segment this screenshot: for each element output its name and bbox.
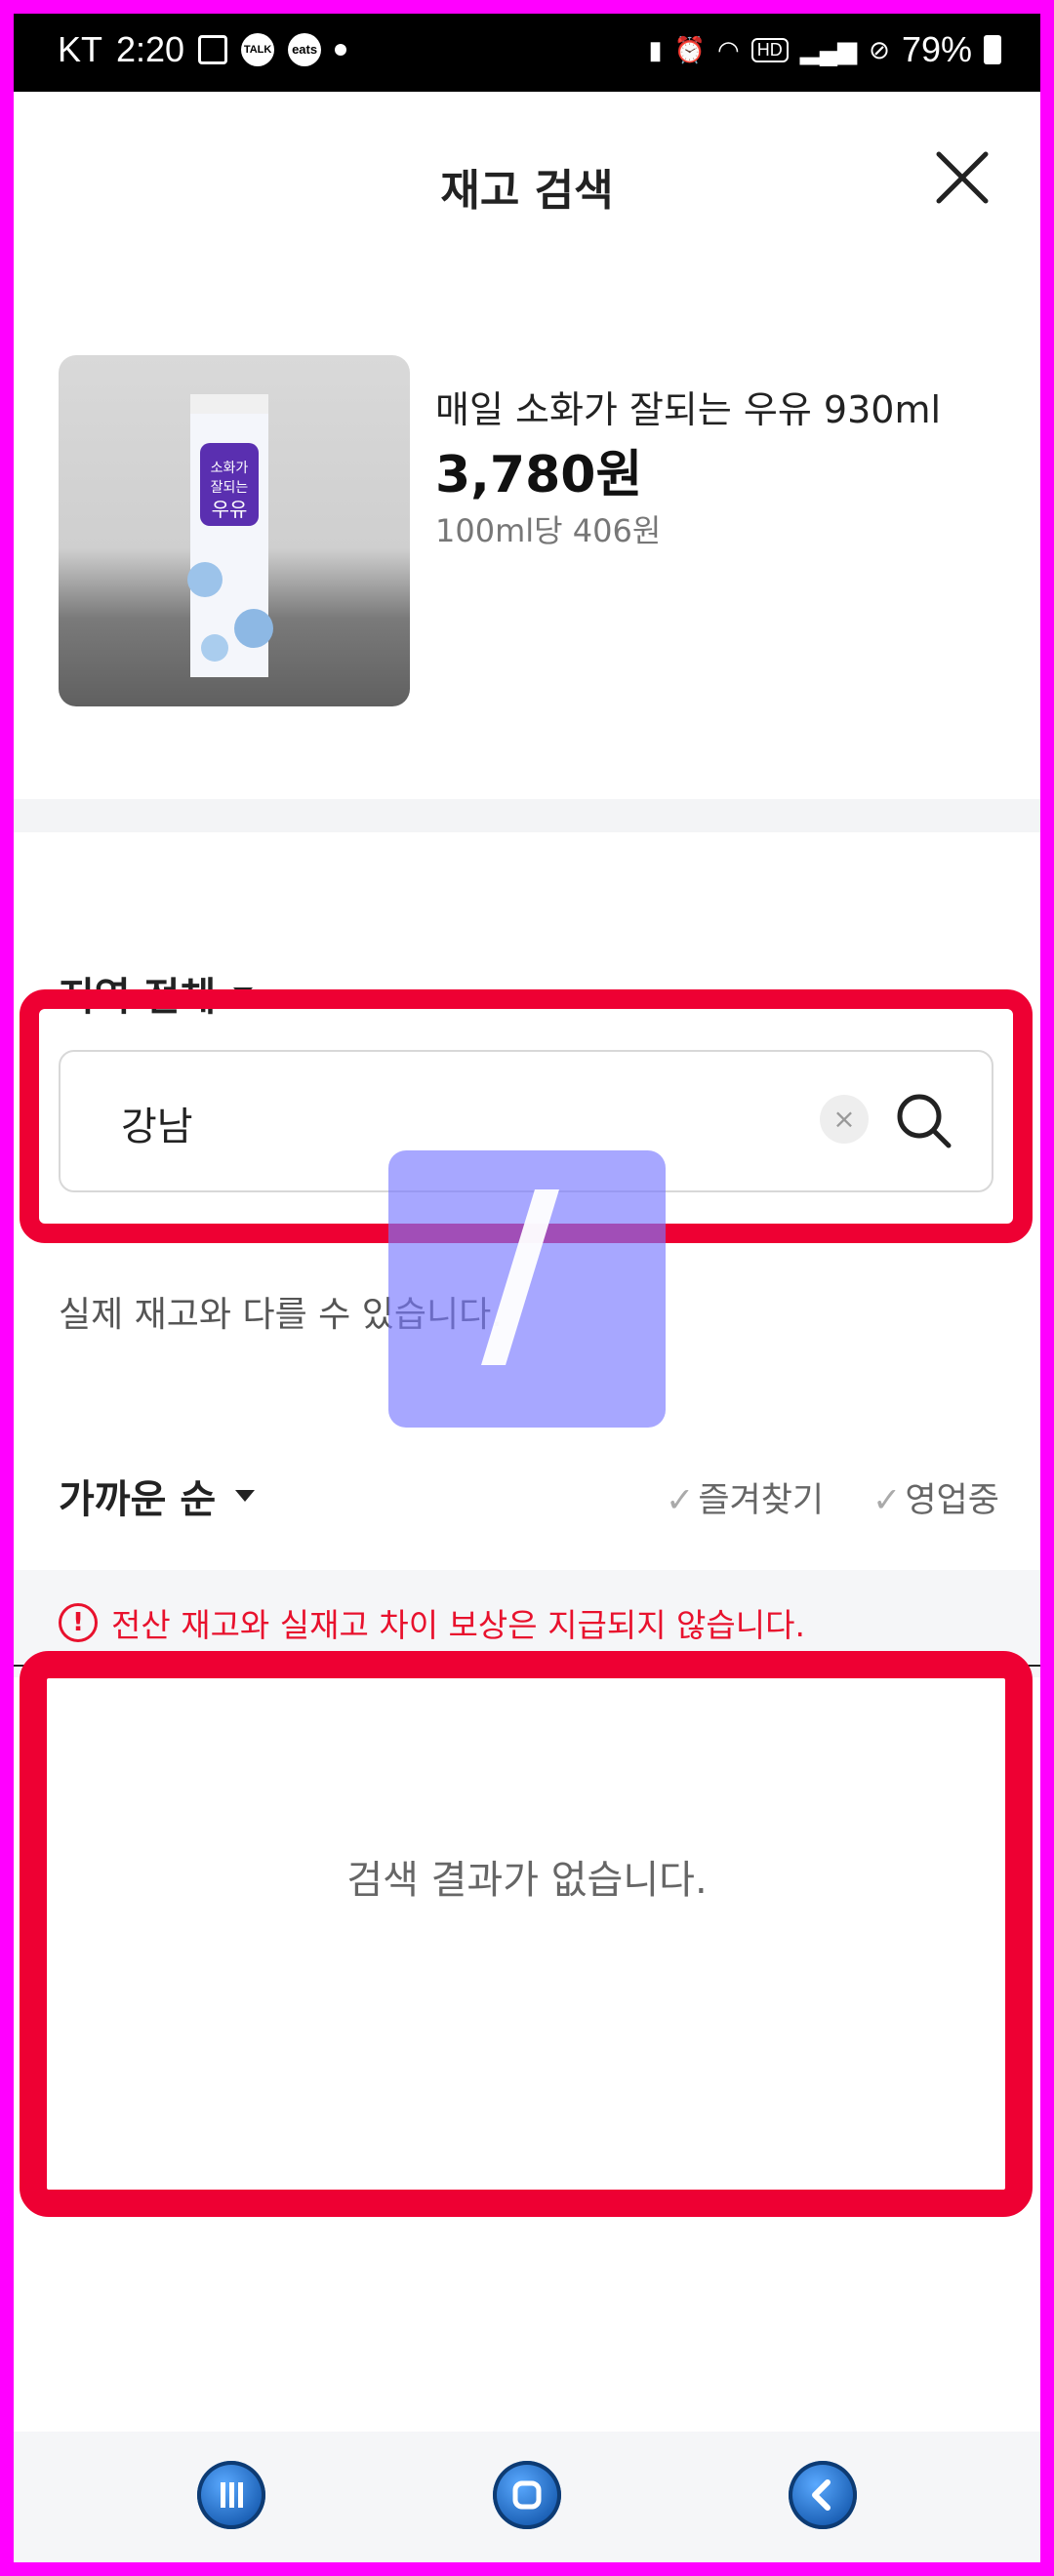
clear-search-button[interactable]: × [820,1095,869,1144]
notification-dot-icon [335,44,347,56]
product-name: 매일 소화가 잘되는 우유 930ml [435,388,942,431]
kakaotalk-icon: TALK [241,33,275,66]
caret-down-icon [235,1490,256,1502]
page-title: 재고 검색 [440,166,614,216]
search-button[interactable] [890,1087,958,1155]
hd-voice-icon: HD [750,37,789,62]
back-button[interactable] [789,2461,857,2529]
signal-icon: ▂▄▆ [799,34,858,64]
clock: 2:20 [116,29,185,69]
sort-label: 가까운 순 [59,1477,217,1522]
recent-apps-button[interactable] [197,2461,265,2529]
product-image: 소화가 잘되는 우유 [59,355,410,706]
close-icon [936,151,989,204]
warning-text: 전산 재고와 실재고 차이 보상은 지급되지 않습니다. [111,1606,805,1644]
wifi-icon: ◠ [717,34,740,64]
coupang-eats-icon: eats [288,33,322,66]
search-icon [897,1094,952,1148]
carrier-label: KT [58,29,103,69]
close-button[interactable] [931,146,993,209]
gallery-icon [198,35,228,64]
recent-apps-icon [221,2482,243,2508]
open-now-filter[interactable]: ✓ 영업중 [872,1472,999,1522]
svg-text:잘되는: 잘되는 [211,480,249,496]
favorites-filter[interactable]: ✓ 즐겨찾기 [666,1472,824,1522]
warning-message: ! 전산 재고와 실재고 차이 보상은 지급되지 않습니다. [59,1599,805,1646]
search-input[interactable] [119,1089,787,1157]
touch-overlay [388,1150,666,1428]
app-screen: KT 2:20 TALK eats ▮ ⏰ ◠ HD ▂▄▆ ⊘ 79% 재고 … [14,14,1040,2562]
sort-dropdown[interactable]: 가까운 순 [59,1468,256,1524]
empty-results-message: 검색 결과가 없습니다. [346,1858,708,1903]
home-icon [512,2480,542,2510]
pointer-stroke-icon [481,1189,559,1365]
status-right: ▮ ⏰ ◠ HD ▂▄▆ ⊘ 79% [648,29,1001,70]
alert-icon: ! [59,1603,98,1642]
check-icon: ✓ [872,1481,902,1520]
check-icon: ✓ [666,1481,695,1520]
svg-text:소화가: 소화가 [211,461,249,476]
status-bar: KT 2:20 TALK eats ▮ ⏰ ◠ HD ▂▄▆ ⊘ 79% [14,14,1040,92]
product-unit-price: 100ml당 406원 [435,512,662,549]
results-highlight-box [20,1651,1033,2217]
battery-icon [984,35,1001,64]
battery-saver-icon: ▮ [648,34,663,64]
product-price: 3,780원 [435,446,643,504]
svg-text:우유: 우유 [212,498,248,521]
do-not-disturb-icon: ⊘ [869,34,890,64]
open-now-label: 영업중 [905,1481,999,1520]
alarm-icon: ⏰ [673,34,707,64]
clear-icon: × [832,1103,856,1135]
system-nav-bar [14,2432,1040,2562]
back-icon [812,2479,831,2511]
battery-percent: 79% [901,29,972,69]
status-left: KT 2:20 TALK eats [58,29,347,70]
home-button[interactable] [493,2461,561,2529]
favorites-label: 즐겨찾기 [698,1481,825,1520]
section-divider [14,799,1040,832]
